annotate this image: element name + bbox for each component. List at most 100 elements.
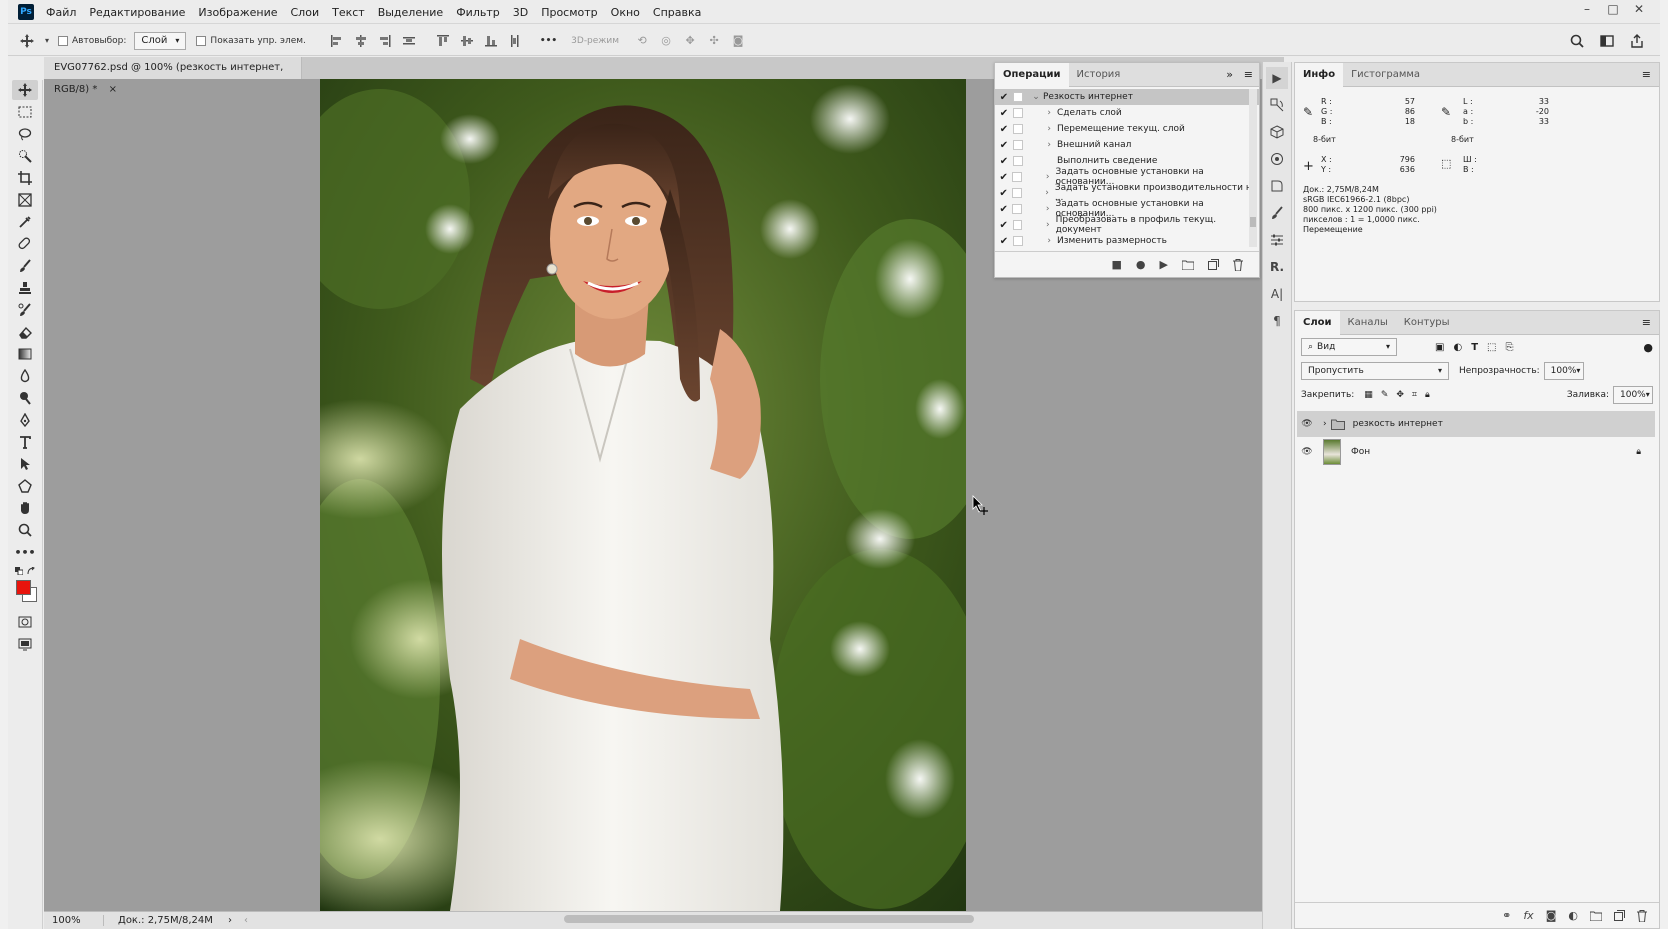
crop-tool-icon[interactable] [12, 168, 38, 188]
horizontal-scroll-thumb[interactable] [564, 915, 974, 923]
history-icon[interactable] [1266, 94, 1288, 116]
eraser-tool-icon[interactable] [12, 322, 38, 342]
play-icon[interactable]: ▶ [1160, 258, 1168, 271]
menu-edit[interactable]: Редактирование [89, 6, 185, 19]
scroll-left-icon[interactable]: ‹ [244, 915, 248, 926]
chevron-right-icon[interactable]: › [1028, 220, 1055, 230]
brushes-icon[interactable] [1266, 202, 1288, 224]
maximize-button[interactable]: □ [1600, 0, 1626, 20]
panel-menu-icon[interactable]: ≡ [1642, 316, 1651, 329]
lock-artboard-icon[interactable]: ⌗ [1412, 390, 1417, 400]
chevron-right-icon[interactable]: › [1028, 188, 1055, 198]
check-icon[interactable]: ✔ [995, 188, 1012, 199]
trash-icon[interactable] [1637, 909, 1647, 922]
share-icon[interactable] [1628, 32, 1646, 50]
glyphs-icon[interactable]: R. [1266, 256, 1288, 278]
3d-cube-icon[interactable] [1266, 121, 1288, 143]
show-transform-checkbox[interactable] [196, 35, 207, 46]
brush-tool-icon[interactable] [12, 256, 38, 276]
dialog-toggle-box[interactable] [1013, 92, 1023, 102]
check-icon[interactable]: ✔ [995, 140, 1013, 151]
collapse-panel-icon[interactable]: » [1226, 68, 1233, 81]
lock-brush-icon[interactable]: ✎ [1381, 390, 1389, 400]
tab-paths[interactable]: Контуры [1396, 311, 1458, 335]
document-tab[interactable]: EVG07762.psd @ 100% (резкость интернет, … [44, 57, 302, 95]
menu-type[interactable]: Текст [332, 6, 365, 19]
tab-histogram[interactable]: Гистограмма [1343, 63, 1428, 87]
actions-scrollbar[interactable] [1249, 89, 1257, 247]
menu-view[interactable]: Просмотр [541, 6, 597, 19]
zoom-level[interactable]: 100% [44, 915, 104, 926]
layer-name[interactable]: резкость интернет [1353, 419, 1443, 429]
link-layers-icon[interactable]: ⚭ [1502, 909, 1511, 922]
distribute-icon[interactable] [400, 32, 418, 50]
layer-filter-select[interactable]: ⌕ Вид ▾ [1301, 338, 1397, 356]
canvas-photo[interactable] [320, 79, 966, 911]
adjustment-layer-icon[interactable]: ◐ [1568, 909, 1578, 922]
menu-window[interactable]: Окно [611, 6, 640, 19]
panel-menu-icon[interactable]: ≡ [1244, 68, 1253, 81]
chevron-right-icon[interactable]: › [1028, 172, 1055, 182]
align-center-h-icon[interactable] [352, 32, 370, 50]
marquee-tool-icon[interactable] [12, 102, 38, 122]
fill-input[interactable]: 100% ▾ [1613, 386, 1653, 404]
visibility-eye-icon[interactable]: 👁︎ [1297, 447, 1317, 457]
swap-colors-icon[interactable] [12, 564, 38, 578]
opacity-input[interactable]: 100% ▾ [1543, 362, 1584, 380]
filter-pixel-icon[interactable]: ▣ [1435, 342, 1444, 353]
action-item[interactable]: ✔ ⌄ Резкость интернет [995, 89, 1259, 105]
hand-tool-icon[interactable] [12, 498, 38, 518]
layer-row-background[interactable]: 👁︎ Фон 🔒︎ [1297, 437, 1655, 467]
check-icon[interactable]: ✔ [995, 156, 1013, 167]
actions-play-icon[interactable]: ▶ [1266, 67, 1288, 89]
filter-toggle-icon[interactable]: ● [1643, 341, 1653, 354]
3d-camera-icon[interactable]: ◙ [729, 32, 747, 50]
dodge-tool-icon[interactable] [12, 388, 38, 408]
align-bottom-icon[interactable] [482, 32, 500, 50]
chevron-right-icon[interactable]: › [1029, 108, 1057, 118]
dialog-toggle-box[interactable] [1012, 172, 1023, 182]
tab-close-icon[interactable]: × [109, 84, 117, 95]
new-action-icon[interactable] [1208, 259, 1219, 270]
more-options-button[interactable]: ••• [540, 36, 557, 46]
pen-tool-icon[interactable] [12, 410, 38, 430]
chevron-right-icon[interactable]: › [1029, 140, 1057, 150]
stop-icon[interactable]: ■ [1112, 258, 1122, 271]
more-tools-icon[interactable]: ••• [12, 542, 38, 562]
blend-mode-select[interactable]: Пропустить ▾ [1301, 362, 1449, 380]
menu-layers[interactable]: Слои [291, 6, 320, 19]
autoselect-checkbox[interactable] [58, 35, 68, 46]
dialog-toggle-box[interactable] [1012, 220, 1023, 230]
dialog-toggle-box[interactable] [1013, 236, 1023, 246]
tab-channels[interactable]: Каналы [1340, 311, 1396, 335]
action-item[interactable]: ✔ › Изменить размерность [995, 233, 1259, 249]
align-right-icon[interactable] [376, 32, 394, 50]
layer-row-group[interactable]: 👁︎ › резкость интернет [1297, 411, 1655, 437]
3d-orbit-icon[interactable]: ⟲ [633, 32, 651, 50]
adjustments-icon[interactable] [1266, 229, 1288, 251]
character-icon[interactable]: A| [1266, 283, 1288, 305]
trash-icon[interactable] [1233, 258, 1243, 271]
chevron-right-icon[interactable]: › [1323, 419, 1327, 429]
frame-tool-icon[interactable] [12, 190, 38, 210]
chevron-right-icon[interactable]: › [1029, 124, 1057, 134]
check-icon[interactable]: ✔ [995, 172, 1012, 183]
type-tool-icon[interactable] [12, 432, 38, 452]
menu-file[interactable]: Файл [46, 6, 76, 19]
check-icon[interactable]: ✔ [995, 108, 1013, 119]
screen-mode-icon[interactable] [12, 634, 38, 654]
menu-image[interactable]: Изображение [198, 6, 277, 19]
check-icon[interactable]: ✔ [995, 92, 1013, 103]
filter-shape-icon[interactable]: ⬚ [1487, 342, 1496, 353]
dialog-toggle-box[interactable] [1013, 108, 1023, 118]
3d-slide-icon[interactable]: ✣ [705, 32, 723, 50]
tab-info[interactable]: Инфо [1295, 62, 1344, 87]
lock-all-icon[interactable]: 🔒︎ [1425, 390, 1430, 400]
workspace-icon[interactable] [1598, 32, 1616, 50]
foreground-color-swatch[interactable] [16, 580, 31, 595]
action-item[interactable]: ✔ › Внешний канал [995, 137, 1259, 153]
visibility-eye-icon[interactable]: 👁︎ [1297, 419, 1317, 429]
layer-style-icon[interactable]: fx [1523, 909, 1533, 922]
menu-3d[interactable]: 3D [513, 6, 528, 19]
new-layer-icon[interactable] [1614, 910, 1625, 921]
